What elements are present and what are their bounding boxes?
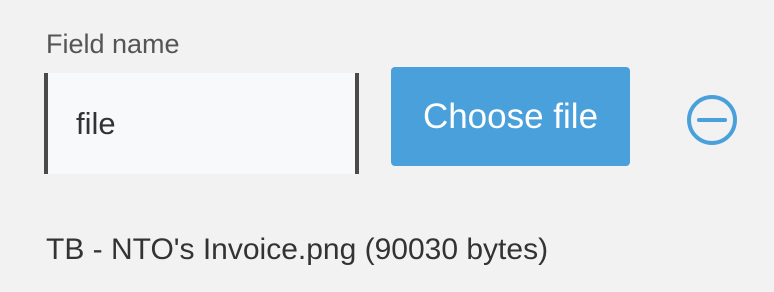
- choose-file-button[interactable]: Choose file: [391, 67, 630, 166]
- field-name-label: Field name: [46, 29, 180, 59]
- remove-field-button[interactable]: [686, 94, 738, 146]
- selected-file-info: TB - NTO's Invoice.png (90030 bytes): [46, 233, 549, 266]
- field-name-input[interactable]: [44, 73, 359, 174]
- minus-circle-icon: [687, 95, 737, 145]
